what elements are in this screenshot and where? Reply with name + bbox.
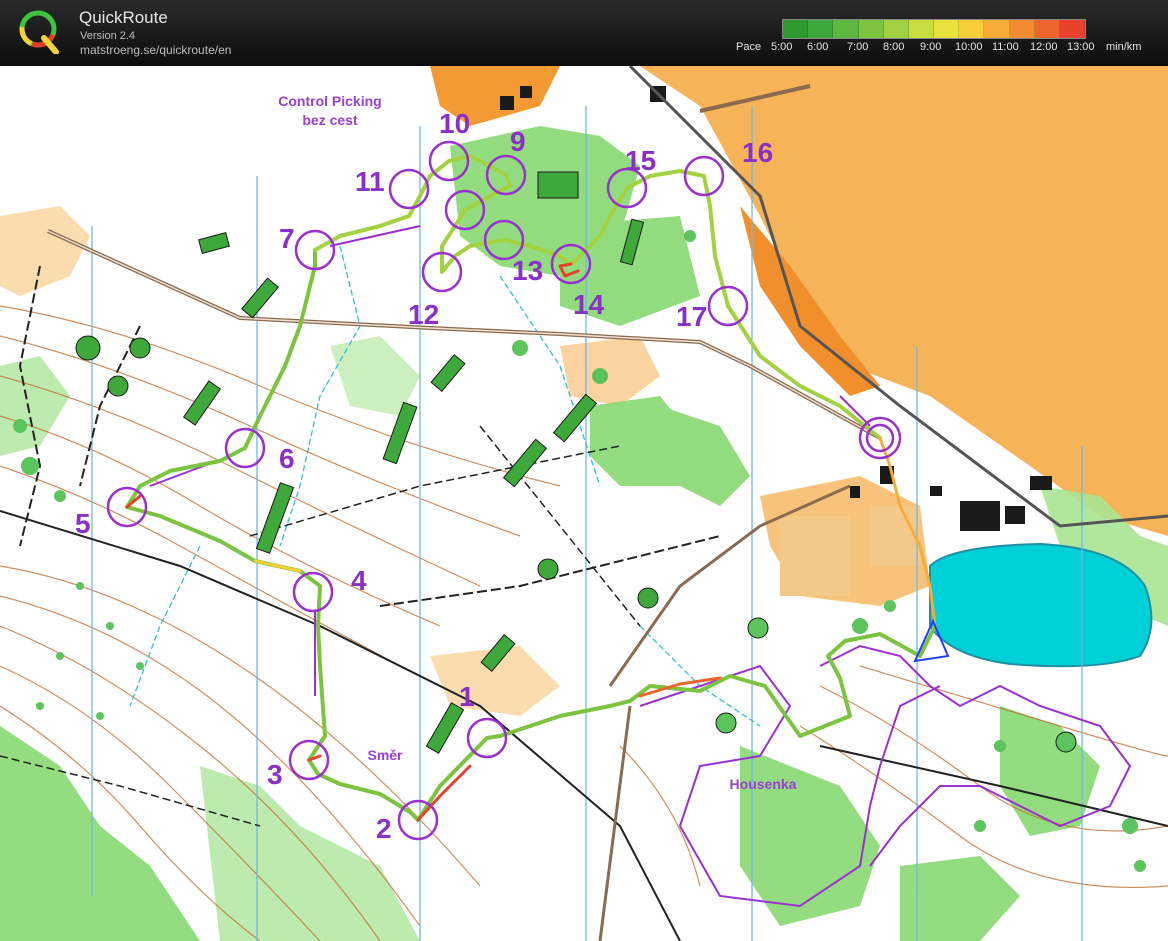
- pace-tick-label: 11:00: [992, 41, 1019, 53]
- control-number: 9: [510, 126, 526, 157]
- pace-color-swatch: [908, 20, 935, 38]
- app-title: QuickRoute: [79, 8, 168, 27]
- annotation-control-picking: Control Picking: [278, 93, 381, 109]
- pace-color-swatch: [984, 20, 1010, 38]
- control-number: 14: [573, 289, 605, 320]
- pace-color-swatch: [1009, 20, 1035, 38]
- pace-tick-label: 12:00: [1030, 41, 1058, 53]
- pace-color-swatch: [808, 20, 834, 38]
- control-number: 17: [676, 301, 707, 332]
- control-number: 4: [351, 565, 367, 596]
- control-number: 2: [376, 813, 392, 844]
- map-canvas[interactable]: 12345679101112131415 1617 Control Picking…: [0, 66, 1168, 941]
- app-header: QuickRoute Version 2.4 matstroeng.se/qui…: [0, 0, 1168, 66]
- app-url-link[interactable]: matstroeng.se/quickroute/en: [80, 43, 231, 57]
- lake: [929, 542, 1153, 668]
- pace-label: Pace: [736, 41, 762, 53]
- pace-tick-label: 10:00: [955, 41, 983, 53]
- pace-tick-label: 7:00: [847, 41, 869, 53]
- app-version: Version 2.4: [80, 30, 136, 42]
- pace-tick-label: 6:00: [807, 41, 829, 53]
- pace-color-swatch: [1059, 20, 1086, 38]
- control-number: 13: [512, 255, 543, 286]
- pace-unit: min/km: [1106, 41, 1142, 53]
- pace-color-swatch: [883, 20, 909, 38]
- control-number: 5: [75, 508, 91, 539]
- control-number: 1: [459, 681, 475, 712]
- pace-tick-label: 5:00: [771, 41, 793, 53]
- pace-color-swatch: [934, 20, 960, 38]
- control-number: 11: [355, 166, 385, 197]
- control-number: 6: [279, 443, 295, 474]
- orienteering-map[interactable]: 1 2 3 4 5 6 7 9 10 11 12 13 14 15 16 17 Control Picking…: [0, 66, 1168, 941]
- pace-color-swatch: [783, 20, 809, 38]
- control-number: 3: [267, 759, 283, 790]
- pace-tick-label: 8:00: [883, 41, 905, 53]
- pace-color-swatch: [1034, 20, 1060, 38]
- annotation-smer: Směr: [367, 747, 403, 763]
- control-number: 7: [279, 223, 295, 254]
- pace-tick-label: 13:00: [1067, 41, 1095, 53]
- pace-color-swatch: [959, 20, 985, 38]
- pace-color-swatch: [833, 20, 859, 38]
- pace-color-scale: [782, 19, 1086, 39]
- pace-tick-label: 9:00: [920, 41, 942, 53]
- control-number: 16: [742, 137, 773, 168]
- pace-color-swatch: [858, 20, 884, 38]
- control-number: 12: [408, 299, 439, 330]
- control-number: 15: [625, 145, 656, 176]
- quickroute-logo-icon: [19, 10, 59, 54]
- control-number: 10: [439, 108, 470, 139]
- annotation-housenka: Housenka: [730, 776, 797, 792]
- annotation-bez-cest: bez cest: [302, 112, 358, 128]
